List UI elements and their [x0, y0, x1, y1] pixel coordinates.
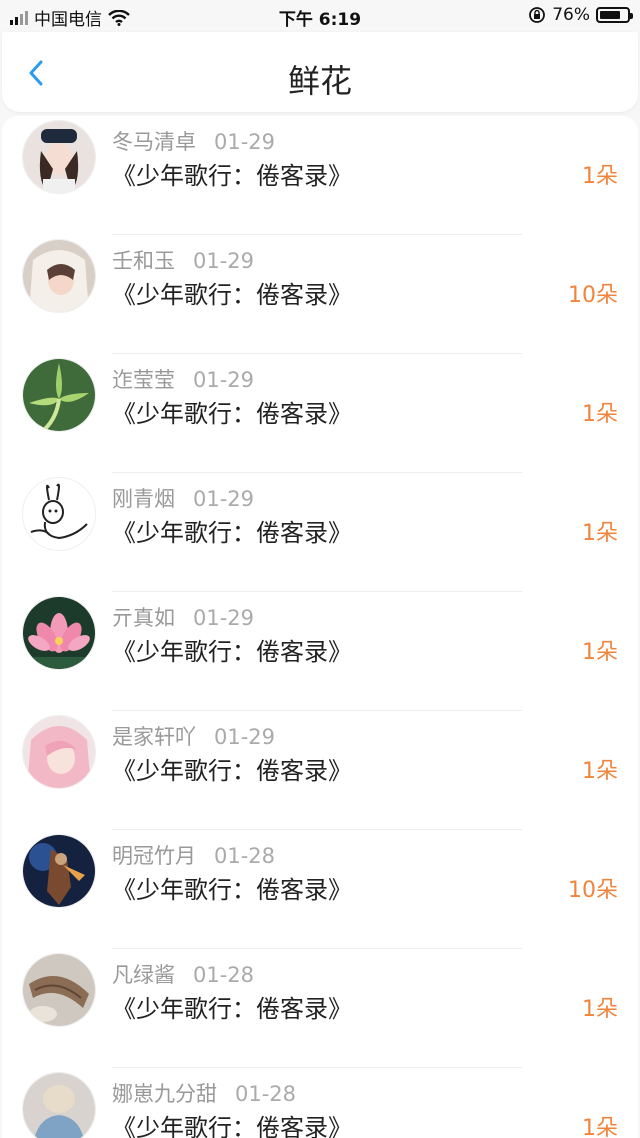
avatar[interactable]	[22, 834, 96, 908]
flower-count: 1朵	[582, 997, 618, 1022]
flower-count: 10朵	[568, 878, 618, 903]
gift-date: 01-29	[193, 487, 255, 511]
list-item[interactable]: 亓真如 01-29 《少年歌行：倦客录》 1朵	[2, 592, 638, 711]
gift-date: 01-29	[193, 368, 255, 392]
book-title: 《少年歌行：倦客录》	[112, 400, 352, 428]
gift-date: 01-28	[193, 963, 255, 987]
list-item[interactable]: 是家轩吖 01-29 《少年歌行：倦客录》 1朵	[2, 711, 638, 830]
avatar[interactable]	[22, 120, 96, 194]
flower-count: 1朵	[582, 759, 618, 784]
gift-date: 01-29	[214, 725, 276, 749]
user-name: 壬和玉	[112, 249, 175, 273]
page-title: 鲜花	[287, 62, 352, 100]
gift-date: 01-28	[235, 1082, 297, 1106]
list-item[interactable]: 迮莹莹 01-29 《少年歌行：倦客录》 1朵	[2, 354, 638, 473]
battery-percent: 76%	[552, 5, 590, 25]
status-right: 76%	[528, 5, 633, 25]
user-name: 迮莹莹	[112, 368, 175, 392]
book-title: 《少年歌行：倦客录》	[112, 757, 352, 785]
nav-bar: 鲜花	[2, 32, 638, 112]
avatar[interactable]	[22, 477, 96, 551]
list-item[interactable]: 娜崽九分甜 01-28 《少年歌行：倦客录》 1朵	[2, 1068, 638, 1138]
flower-count: 1朵	[582, 521, 618, 546]
list-item[interactable]: 冬马清卓 01-29 《少年歌行：倦客录》 1朵	[2, 116, 638, 235]
battery-icon	[596, 7, 633, 23]
list-item[interactable]: 明冠竹月 01-28 《少年歌行：倦客录》 10朵	[2, 830, 638, 949]
book-title: 《少年歌行：倦客录》	[112, 638, 352, 666]
gift-date: 01-28	[214, 844, 276, 868]
book-title: 《少年歌行：倦客录》	[112, 1114, 352, 1138]
flower-list: 冬马清卓 01-29 《少年歌行：倦客录》 1朵 壬和玉 01-29 《少年歌行：倦…	[2, 116, 638, 1138]
status-bar: 中国电信 下午 6:19 76%	[0, 0, 640, 32]
book-title: 《少年歌行：倦客录》	[112, 162, 352, 190]
avatar[interactable]	[22, 596, 96, 670]
user-name: 凡绿酱	[112, 963, 175, 987]
user-name: 娜崽九分甜	[112, 1082, 217, 1106]
list-item[interactable]: 刚青烟 01-29 《少年歌行：倦客录》 1朵	[2, 473, 638, 592]
book-title: 《少年歌行：倦客录》	[112, 995, 352, 1023]
book-title: 《少年歌行：倦客录》	[112, 876, 352, 904]
avatar[interactable]	[22, 953, 96, 1027]
avatar[interactable]	[22, 358, 96, 432]
gift-date: 01-29	[193, 606, 255, 630]
user-name: 是家轩吖	[112, 725, 196, 749]
flower-count: 1朵	[582, 1116, 618, 1138]
avatar[interactable]	[22, 1072, 96, 1138]
gift-date: 01-29	[193, 249, 255, 273]
avatar[interactable]	[22, 239, 96, 313]
user-name: 刚青烟	[112, 487, 175, 511]
user-name: 亓真如	[112, 606, 175, 630]
user-name: 明冠竹月	[112, 844, 196, 868]
rotation-lock-icon	[529, 7, 546, 23]
flower-count: 1朵	[582, 640, 618, 665]
flower-count: 10朵	[568, 283, 618, 308]
flower-count: 1朵	[582, 164, 618, 189]
book-title: 《少年歌行：倦客录》	[112, 519, 352, 547]
avatar[interactable]	[22, 715, 96, 789]
gift-date: 01-29	[214, 130, 276, 154]
list-item[interactable]: 凡绿酱 01-28 《少年歌行：倦客录》 1朵	[2, 949, 638, 1068]
user-name: 冬马清卓	[112, 130, 196, 154]
book-title: 《少年歌行：倦客录》	[112, 281, 352, 309]
flower-count: 1朵	[582, 402, 618, 427]
list-item[interactable]: 壬和玉 01-29 《少年歌行：倦客录》 10朵	[2, 235, 638, 354]
